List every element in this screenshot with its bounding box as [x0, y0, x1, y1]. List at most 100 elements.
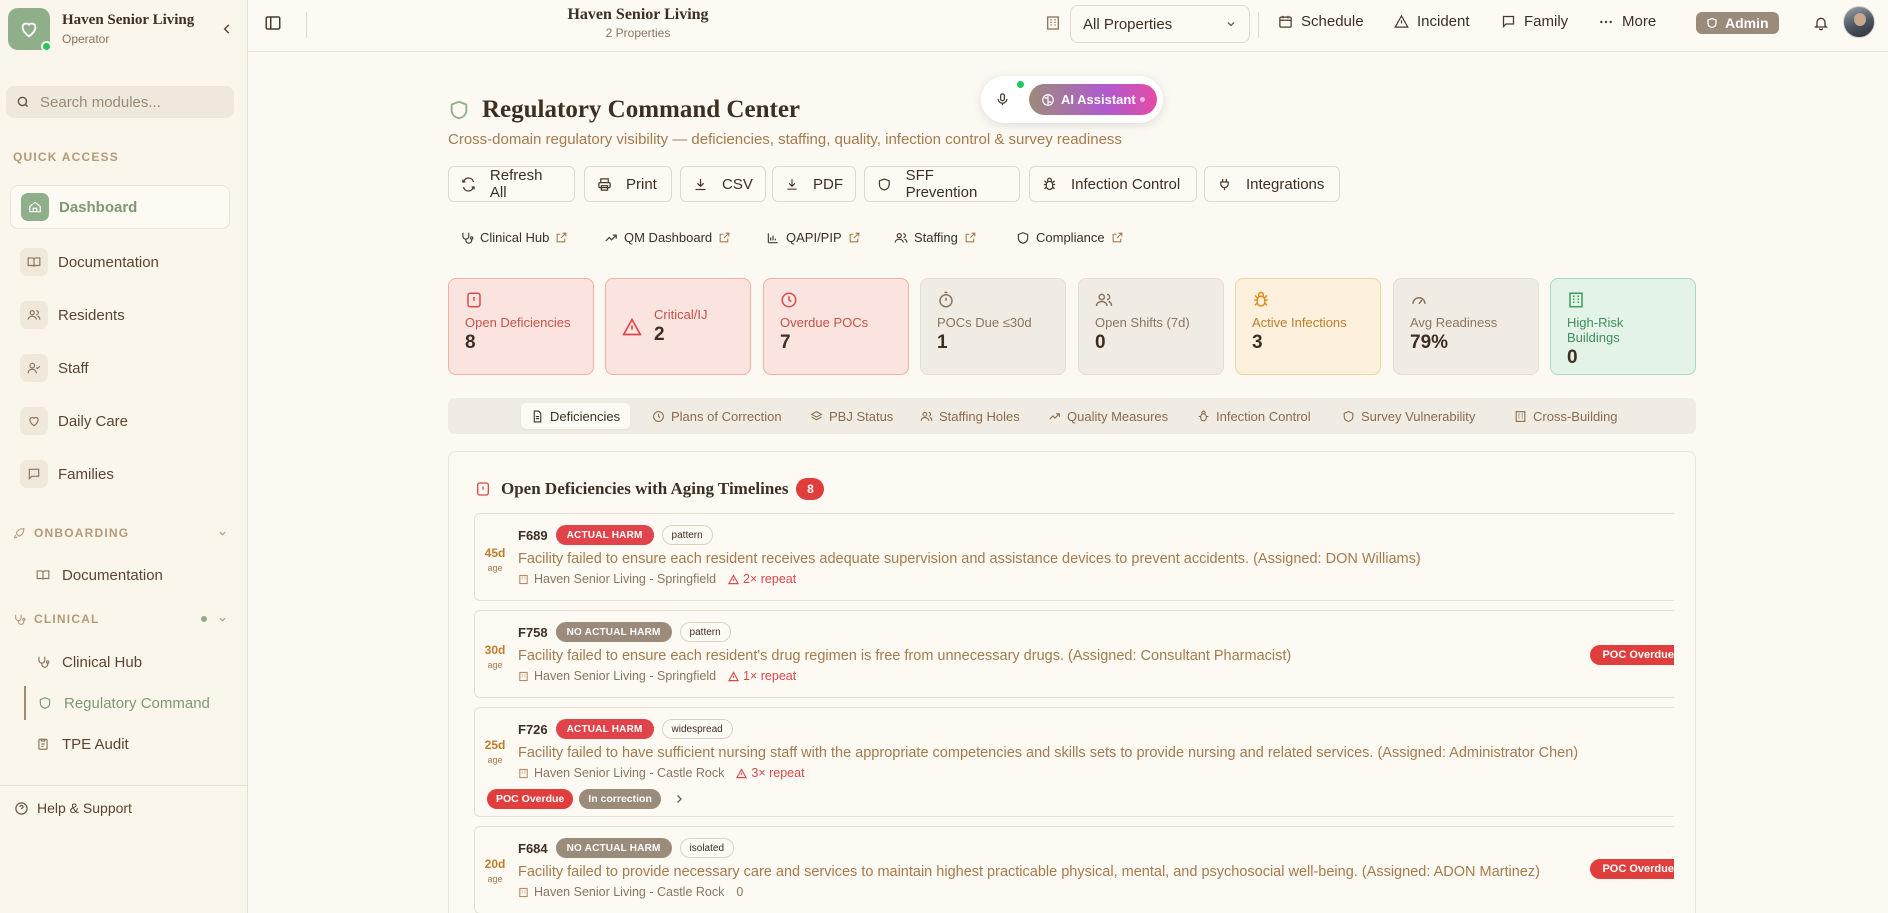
collapse-sidebar-button[interactable]	[215, 17, 239, 41]
group-clinical[interactable]: CLINICAL	[13, 612, 228, 626]
incident-button[interactable]: Incident	[1394, 13, 1470, 30]
kpi-active-infections[interactable]: Active Infections 3	[1235, 278, 1381, 375]
kpi-open-shifts[interactable]: Open Shifts (7d) 0	[1078, 278, 1224, 375]
kpi-avg-readiness[interactable]: Avg Readiness 79%	[1393, 278, 1539, 375]
infection-control-button[interactable]: Infection Control	[1029, 166, 1197, 202]
more-horizontal-icon	[1600, 20, 1612, 23]
module-search[interactable]	[6, 86, 234, 118]
avatar[interactable]	[1843, 6, 1875, 38]
family-button[interactable]: Family	[1501, 13, 1568, 30]
more-button[interactable]: More	[1598, 13, 1656, 30]
deficiency-card[interactable]: 20d age F684 NO ACTUAL HARM isolated Fac…	[474, 826, 1674, 913]
repeat-count: 1× repeat	[743, 669, 797, 683]
pdf-button[interactable]: PDF	[772, 166, 856, 202]
print-button[interactable]: Print	[584, 166, 672, 202]
ai-assistant-widget: AI Assistant	[981, 76, 1163, 123]
page-header: Regulatory Command Center	[448, 96, 800, 124]
help-label: Help & Support	[37, 800, 132, 816]
link-clinical-hub[interactable]: Clinical Hub	[460, 230, 568, 245]
sidebar-item-staff[interactable]: Staff	[10, 346, 230, 390]
schedule-button[interactable]: Schedule	[1278, 13, 1364, 30]
link-label: Clinical Hub	[480, 230, 550, 245]
tab-infection-control[interactable]: Infection Control	[1187, 403, 1321, 429]
button-label: Infection Control	[1071, 175, 1181, 193]
refresh-icon	[462, 176, 475, 192]
sidebar-item-families[interactable]: Families	[10, 452, 230, 496]
sidebar-item-residents[interactable]: Residents	[10, 293, 230, 337]
kpi-open-deficiencies[interactable]: Open Deficiencies 8	[448, 278, 594, 375]
csv-button[interactable]: CSV	[680, 166, 766, 202]
users-icon	[894, 232, 908, 243]
help-support-link[interactable]: Help & Support	[14, 800, 132, 816]
kpi-high-risk-buildings[interactable]: High-Risk Buildings 0	[1550, 278, 1696, 375]
tab-cross-building[interactable]: Cross-Building	[1504, 403, 1628, 429]
integrations-button[interactable]: Integrations	[1204, 166, 1340, 202]
notifications-button[interactable]	[1813, 15, 1829, 31]
brand-logo[interactable]	[8, 8, 52, 52]
property-select[interactable]: All Properties	[1070, 5, 1250, 43]
brand-title: Haven Senior Living	[62, 12, 195, 28]
external-link-icon	[557, 232, 567, 243]
link-compliance[interactable]: Compliance	[1016, 230, 1124, 245]
toggle-sidebar-button[interactable]	[264, 14, 282, 32]
link-qm-dashboard[interactable]: QM Dashboard	[604, 230, 731, 245]
facility-location: Haven Senior Living - Castle Rock	[534, 766, 725, 780]
microphone-button[interactable]	[995, 91, 1010, 108]
group-onboarding[interactable]: ONBOARDING	[13, 526, 228, 540]
link-staffing[interactable]: Staffing	[894, 230, 977, 245]
sidebar-subitem-tpe-audit[interactable]: TPE Audit	[24, 727, 224, 761]
property-select-value: All Properties	[1083, 15, 1173, 33]
admin-badge[interactable]: Admin	[1696, 12, 1779, 34]
tab-pbj-status[interactable]: PBJ Status	[800, 403, 903, 429]
building-icon	[1045, 15, 1061, 31]
kpi-value: 2	[654, 324, 665, 345]
page-subtitle: Cross-domain regulatory visibility — def…	[448, 131, 1122, 148]
sidebar-item-dashboard[interactable]: Dashboard	[10, 185, 230, 229]
chevron-down-icon	[219, 617, 226, 622]
sidebar-subitem-regulatory-command[interactable]: Regulatory Command	[24, 686, 224, 720]
poc-status-badge[interactable]: POC Overdue	[1590, 645, 1674, 665]
poc-status-badge[interactable]: POC Overdue	[487, 789, 574, 809]
sidebar-subitem-onboarding-documentation[interactable]: Documentation	[24, 558, 224, 592]
deficiency-description: Facility failed to have sufficient nursi…	[518, 745, 1579, 761]
deficiency-card[interactable]: 30d age F758 NO ACTUAL HARM pattern Faci…	[474, 610, 1674, 698]
sff-prevention-button[interactable]: SFF Prevention	[864, 166, 1020, 202]
sidebar-item-daily-care[interactable]: Daily Care	[10, 399, 230, 443]
deficiency-card[interactable]: 25d age F726 ACTUAL HARM widespread Faci…	[474, 707, 1674, 817]
tab-plans-of-correction[interactable]: Plans of Correction	[642, 403, 792, 429]
shield-icon	[1017, 231, 1029, 244]
kpi-pocs-due-30d[interactable]: POCs Due ≤30d 1	[920, 278, 1066, 375]
bell-icon	[1814, 17, 1828, 31]
sidebar-subitem-clinical-hub[interactable]: Clinical Hub	[24, 645, 224, 679]
chevron-down-icon	[1227, 22, 1235, 27]
sidebar-item-documentation[interactable]: Documentation	[10, 240, 230, 284]
correction-status-badge[interactable]: In correction	[579, 789, 661, 809]
ai-assistant-button[interactable]: AI Assistant	[1029, 84, 1157, 115]
poc-status-badge[interactable]: POC Overdue	[1590, 859, 1674, 879]
age-value: 45d	[484, 546, 506, 560]
kpi-overdue-pocs[interactable]: Overdue POCs 7	[763, 278, 909, 375]
external-link-icon	[965, 232, 976, 243]
org-subtitle: 2 Properties	[605, 26, 671, 40]
kpi-critical-ij[interactable]: Critical/IJ 2	[605, 278, 751, 375]
tab-deficiencies[interactable]: Deficiencies	[521, 403, 631, 429]
tab-survey-vulnerability[interactable]: Survey Vulnerability	[1332, 403, 1485, 429]
alert-square-icon	[467, 292, 481, 308]
button-label: Integrations	[1246, 175, 1325, 193]
deficiency-card[interactable]: 45d age F689 ACTUAL HARM pattern Facilit…	[474, 513, 1674, 601]
count-badge: 8	[796, 478, 825, 500]
book-icon	[36, 570, 50, 580]
search-input[interactable]	[40, 93, 220, 111]
link-qapi-pip[interactable]: QAPI/PIP	[766, 230, 861, 245]
button-label: CSV	[722, 175, 753, 193]
kpi-label: Avg Readiness	[1410, 315, 1498, 330]
tab-staffing-holes[interactable]: Staffing Holes	[910, 403, 1030, 429]
repeat-indicator: 1× repeat	[728, 669, 796, 683]
ftag-code: F689	[518, 527, 548, 543]
deficiency-description: Facility failed to ensure each resident'…	[518, 648, 1292, 664]
bug-icon	[1198, 410, 1209, 421]
refresh-all-button[interactable]: Refresh All	[448, 166, 575, 202]
tab-quality-measures[interactable]: Quality Measures	[1038, 403, 1178, 429]
age-indicator: 45d age	[483, 546, 507, 573]
sidebar-item-label: Documentation	[62, 566, 163, 584]
